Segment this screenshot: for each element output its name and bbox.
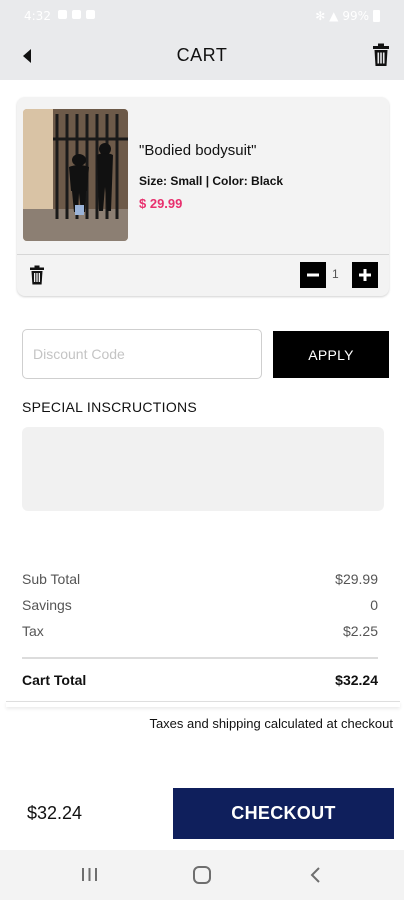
cart-total-row: Cart Total $32.24 xyxy=(22,672,378,688)
status-time: 4:32 xyxy=(24,9,51,23)
product-specs: Size: Small | Color: Black xyxy=(139,174,284,188)
recents-icon[interactable] xyxy=(81,867,98,882)
status-right: ✻ ▲ 99% xyxy=(315,9,380,23)
card-divider xyxy=(17,254,389,255)
summary-divider xyxy=(22,657,378,659)
mail-icon xyxy=(86,10,95,19)
savings-value: 0 xyxy=(370,597,378,613)
tax-row: Tax $2.25 xyxy=(22,623,378,639)
message-icon xyxy=(72,10,81,19)
cart-total-label: Cart Total xyxy=(22,672,87,688)
tax-label: Tax xyxy=(22,623,44,639)
product-price: $ 29.99 xyxy=(139,196,183,211)
plus-icon xyxy=(359,269,371,281)
product-name[interactable]: "Bodied bodysuit" xyxy=(139,142,256,159)
battery-icon xyxy=(373,10,380,22)
subtotal-value: $29.99 xyxy=(335,571,378,587)
nav-back-icon[interactable] xyxy=(308,866,322,884)
subtotal-label: Sub Total xyxy=(22,571,81,587)
special-instructions-label: SPECIAL INSCRUCTIONS xyxy=(22,399,198,415)
quantity-value: 1 xyxy=(332,267,339,281)
apply-discount-button[interactable]: APPLY xyxy=(273,331,389,378)
trash-icon[interactable] xyxy=(370,43,392,67)
home-icon[interactable] xyxy=(193,866,211,884)
app-bar: CART xyxy=(0,32,404,80)
cart-item-card: "Bodied bodysuit" Size: Small | Color: B… xyxy=(17,97,389,296)
cart-total-value: $32.24 xyxy=(335,672,378,688)
savings-row: Savings 0 xyxy=(22,597,378,613)
system-nav-bar xyxy=(0,850,404,900)
quantity-increase-button[interactable] xyxy=(352,262,378,288)
subtotal-row: Sub Total $29.99 xyxy=(22,571,378,587)
battery-level: 99% xyxy=(342,9,369,23)
savings-label: Savings xyxy=(22,597,72,613)
discount-code-input[interactable] xyxy=(22,329,262,379)
quantity-decrease-button[interactable] xyxy=(300,262,326,288)
gallery-icon xyxy=(58,10,67,19)
tax-shipping-note: Taxes and shipping calculated at checkou… xyxy=(149,716,393,731)
page-title: CART xyxy=(176,45,228,65)
status-bar: 4:32 ✻ ▲ 99% xyxy=(0,0,404,32)
remove-item-trash-icon[interactable] xyxy=(28,265,46,285)
special-instructions-input[interactable] xyxy=(22,427,384,511)
minus-icon xyxy=(307,273,319,277)
tax-value: $2.25 xyxy=(342,623,378,639)
signal-icon: ✻ ▲ xyxy=(315,9,339,23)
product-image[interactable] xyxy=(23,109,128,241)
notification-icons xyxy=(58,10,95,19)
checkout-button[interactable]: CHECKOUT xyxy=(173,788,394,839)
summary-bottom-edge xyxy=(6,701,400,707)
footer-total: $32.24 xyxy=(27,803,83,823)
